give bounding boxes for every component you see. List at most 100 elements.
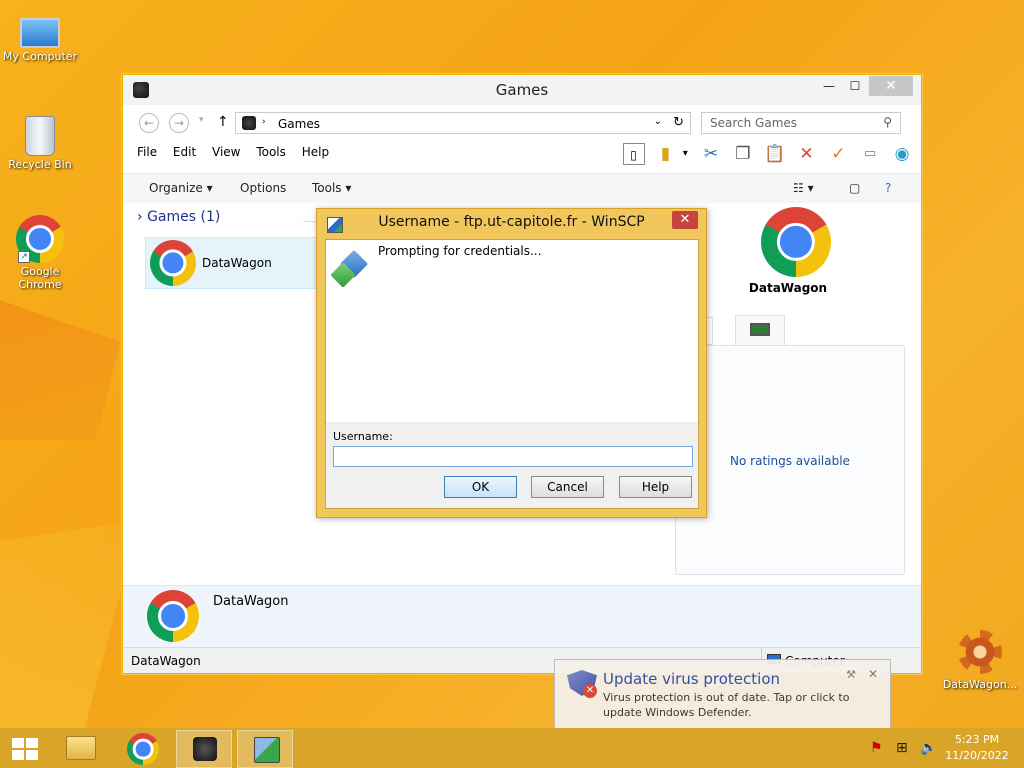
search-icon[interactable]: ⚲ <box>883 115 892 129</box>
username-input[interactable] <box>333 446 693 467</box>
game-item-datawagon[interactable]: DataWagon <box>145 237 325 289</box>
search-input[interactable]: Search Games ⚲ <box>701 112 901 134</box>
volume-icon[interactable]: 🔈 <box>920 740 937 756</box>
rename-icon[interactable]: ▭ <box>859 143 881 165</box>
start-button[interactable] <box>2 730 48 768</box>
prompt-area: Prompting for credentials... <box>326 240 698 422</box>
pin-icon[interactable]: ⚒ <box>846 668 856 681</box>
cancel-button[interactable]: Cancel <box>531 476 604 498</box>
status-text: DataWagon <box>131 654 201 668</box>
command-bar: Organize ▾ Options Tools ▾ ☷ ▾ ▢ ? <box>123 173 921 203</box>
taskbar: ⚑ ⊞ 🔈 5:23 PM 11/20/2022 <box>0 728 1024 768</box>
clock[interactable]: 5:23 PM 11/20/2022 <box>942 732 1012 764</box>
recent-chevron-icon[interactable]: ▾ <box>199 115 204 125</box>
taskbar-file-explorer[interactable] <box>52 730 108 768</box>
address-bar[interactable]: › Games ⌄ ↻ <box>235 112 691 134</box>
tab-performance[interactable] <box>735 315 785 345</box>
wallpaper-shape <box>0 300 120 440</box>
toolbar-icons: ▯ ▮ ▾ ✂ ❐ 📋 ✕ ✓ ▭ ◉ <box>617 143 913 169</box>
menu-edit[interactable]: Edit <box>173 145 196 159</box>
preview-title: DataWagon <box>748 281 828 295</box>
breadcrumb[interactable]: Games <box>278 117 320 131</box>
maximize-button[interactable]: ☐ <box>841 77 869 97</box>
desktop-icon-my-computer[interactable]: My Computer <box>0 10 80 63</box>
system-tray: ⚑ ⊞ 🔈 5:23 PM 11/20/2022 <box>864 728 1024 768</box>
error-icon: ✕ <box>583 684 597 698</box>
forward-arrow-icon[interactable]: → <box>169 113 189 133</box>
details-pane: DataWagon <box>123 585 921 647</box>
games-icon <box>193 737 217 761</box>
dropdown-icon[interactable]: ▾ <box>680 143 690 165</box>
pane-toggle-icon[interactable]: ▢ <box>849 181 860 195</box>
menu-file[interactable]: File <box>137 145 157 159</box>
close-button[interactable]: ✕ <box>869 76 913 96</box>
chrome-icon <box>761 207 831 277</box>
back-arrow-icon[interactable]: ← <box>139 113 159 133</box>
window-titlebar[interactable]: Games — ☐ ✕ <box>123 75 921 105</box>
games-group: › Games (1) <box>137 209 220 225</box>
recycle-bin-icon <box>25 116 55 156</box>
desktop-icon-datawagon[interactable]: DataWagon... <box>940 630 1020 691</box>
minimize-button[interactable]: — <box>815 77 843 97</box>
dialog-title: Username - ftp.ut-capitole.fr - WinSCP <box>378 214 645 230</box>
menu-tools[interactable]: Tools <box>256 145 286 159</box>
taskbar-chrome[interactable] <box>115 730 171 768</box>
ok-button[interactable]: OK <box>444 476 517 498</box>
search-placeholder: Search Games <box>710 116 798 130</box>
copy-icon[interactable]: ❐ <box>732 143 754 165</box>
globe-icon[interactable]: ◉ <box>891 143 913 165</box>
dialog-close-button[interactable]: ✕ <box>672 211 698 229</box>
game-item-label: DataWagon <box>202 256 272 270</box>
chrome-icon <box>127 733 159 765</box>
view-options-icon[interactable]: ☷ ▾ <box>793 181 814 195</box>
desktop-icon-recycle-bin[interactable]: Recycle Bin <box>0 110 80 171</box>
desktop-icon-label: My Computer <box>2 50 78 63</box>
breadcrumb-chevron-icon: › <box>262 117 266 127</box>
chrome-icon <box>147 590 199 642</box>
clock-time: 5:23 PM <box>954 733 1000 746</box>
group-header[interactable]: › Games (1) <box>137 209 220 225</box>
folder-icon[interactable]: ▮ <box>654 143 676 165</box>
clock-date: 11/20/2022 <box>945 749 1009 762</box>
up-arrow-icon[interactable]: ↑ <box>217 114 229 130</box>
preview-pane-icon[interactable]: ▯ <box>622 143 645 165</box>
menu-view[interactable]: View <box>212 145 240 159</box>
delete-icon[interactable]: ✕ <box>796 143 818 165</box>
notification-title: Update virus protection <box>603 670 781 688</box>
address-dropdown-icon[interactable]: ⌄ <box>654 116 662 127</box>
taskbar-winscp[interactable] <box>237 730 293 768</box>
defender-notification[interactable]: ✕ Update virus protection Virus protecti… <box>554 659 891 730</box>
desktop-icon-google-chrome[interactable]: ↗ Google Chrome <box>0 215 80 291</box>
transfer-icon <box>330 249 369 288</box>
network-icon[interactable]: ⊞ <box>896 740 908 756</box>
cut-icon[interactable]: ✂ <box>700 143 722 165</box>
winscp-username-dialog[interactable]: Username - ftp.ut-capitole.fr - WinSCP ✕… <box>316 208 707 518</box>
games-icon <box>242 116 256 130</box>
address-row: ← → ▾ ↑ › Games ⌄ ↻ Search Games ⚲ <box>123 111 921 137</box>
username-label: Username: <box>333 430 393 443</box>
action-center-flag-icon[interactable]: ⚑ <box>870 740 883 756</box>
chrome-icon: ↗ <box>16 215 64 263</box>
help-icon[interactable]: ? <box>885 181 891 195</box>
windows-logo-icon <box>12 738 38 760</box>
help-button[interactable]: Help <box>619 476 692 498</box>
chrome-icon <box>150 240 196 286</box>
checkmark-icon[interactable]: ✓ <box>827 143 849 165</box>
taskbar-games[interactable] <box>176 730 232 768</box>
paste-icon[interactable]: 📋 <box>764 143 786 165</box>
tools-button[interactable]: Tools ▾ <box>312 181 351 195</box>
organize-button[interactable]: Organize ▾ <box>149 181 213 195</box>
ratings-panel: No ratings available <box>675 345 905 575</box>
close-icon[interactable]: ✕ <box>868 667 878 681</box>
menu-bar: File Edit View Tools Help <box>137 145 341 165</box>
wallpaper-shape <box>0 520 140 730</box>
notification-body: Virus protection is out of date. Tap or … <box>603 691 850 719</box>
options-button[interactable]: Options <box>240 181 286 195</box>
menu-help[interactable]: Help <box>302 145 329 159</box>
datawagon-icon <box>958 630 1002 674</box>
rating-text: No ratings available <box>730 454 850 468</box>
folder-icon <box>66 736 96 760</box>
desktop-icon-label: DataWagon... <box>942 678 1018 691</box>
refresh-icon[interactable]: ↻ <box>673 115 684 130</box>
desktop-icon-label: Recycle Bin <box>8 158 72 171</box>
